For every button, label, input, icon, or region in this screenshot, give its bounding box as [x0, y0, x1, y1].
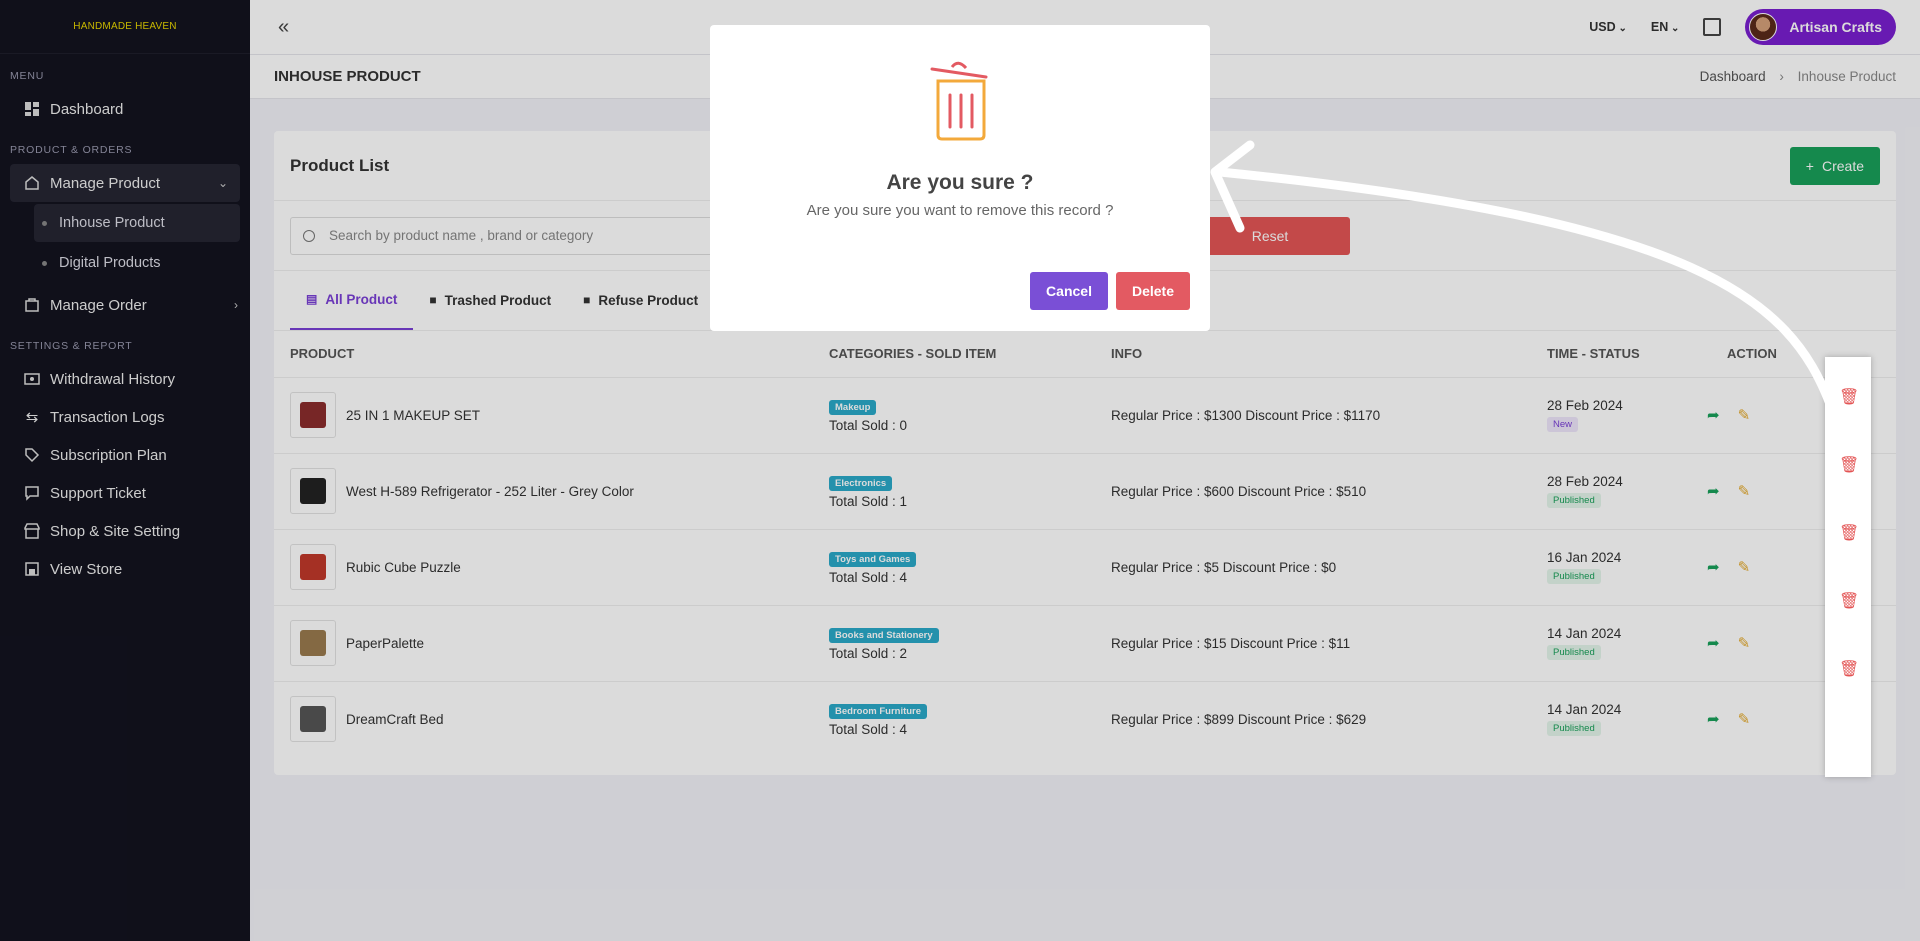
delete-row-trash-icon[interactable]: 🗑: [1839, 455, 1859, 474]
modal-title: Are you sure ?: [886, 171, 1034, 194]
delete-row-trash-icon[interactable]: 🗑: [1839, 659, 1859, 678]
delete-action-column: 🗑 🗑 🗑 🗑 🗑: [1825, 357, 1871, 777]
delete-row-trash-icon[interactable]: 🗑: [1839, 523, 1859, 542]
cancel-button[interactable]: Cancel: [1030, 272, 1108, 310]
delete-button[interactable]: Delete: [1115, 272, 1190, 310]
trash-can-icon: [710, 57, 1210, 143]
delete-row-trash-icon[interactable]: 🗑: [1839, 591, 1859, 610]
confirm-delete-modal: Are you sure ? Are you sure you want to …: [710, 25, 1210, 331]
modal-message: Are you sure you want to remove this rec…: [806, 202, 1114, 219]
delete-row-trash-icon[interactable]: 🗑: [1839, 387, 1859, 406]
